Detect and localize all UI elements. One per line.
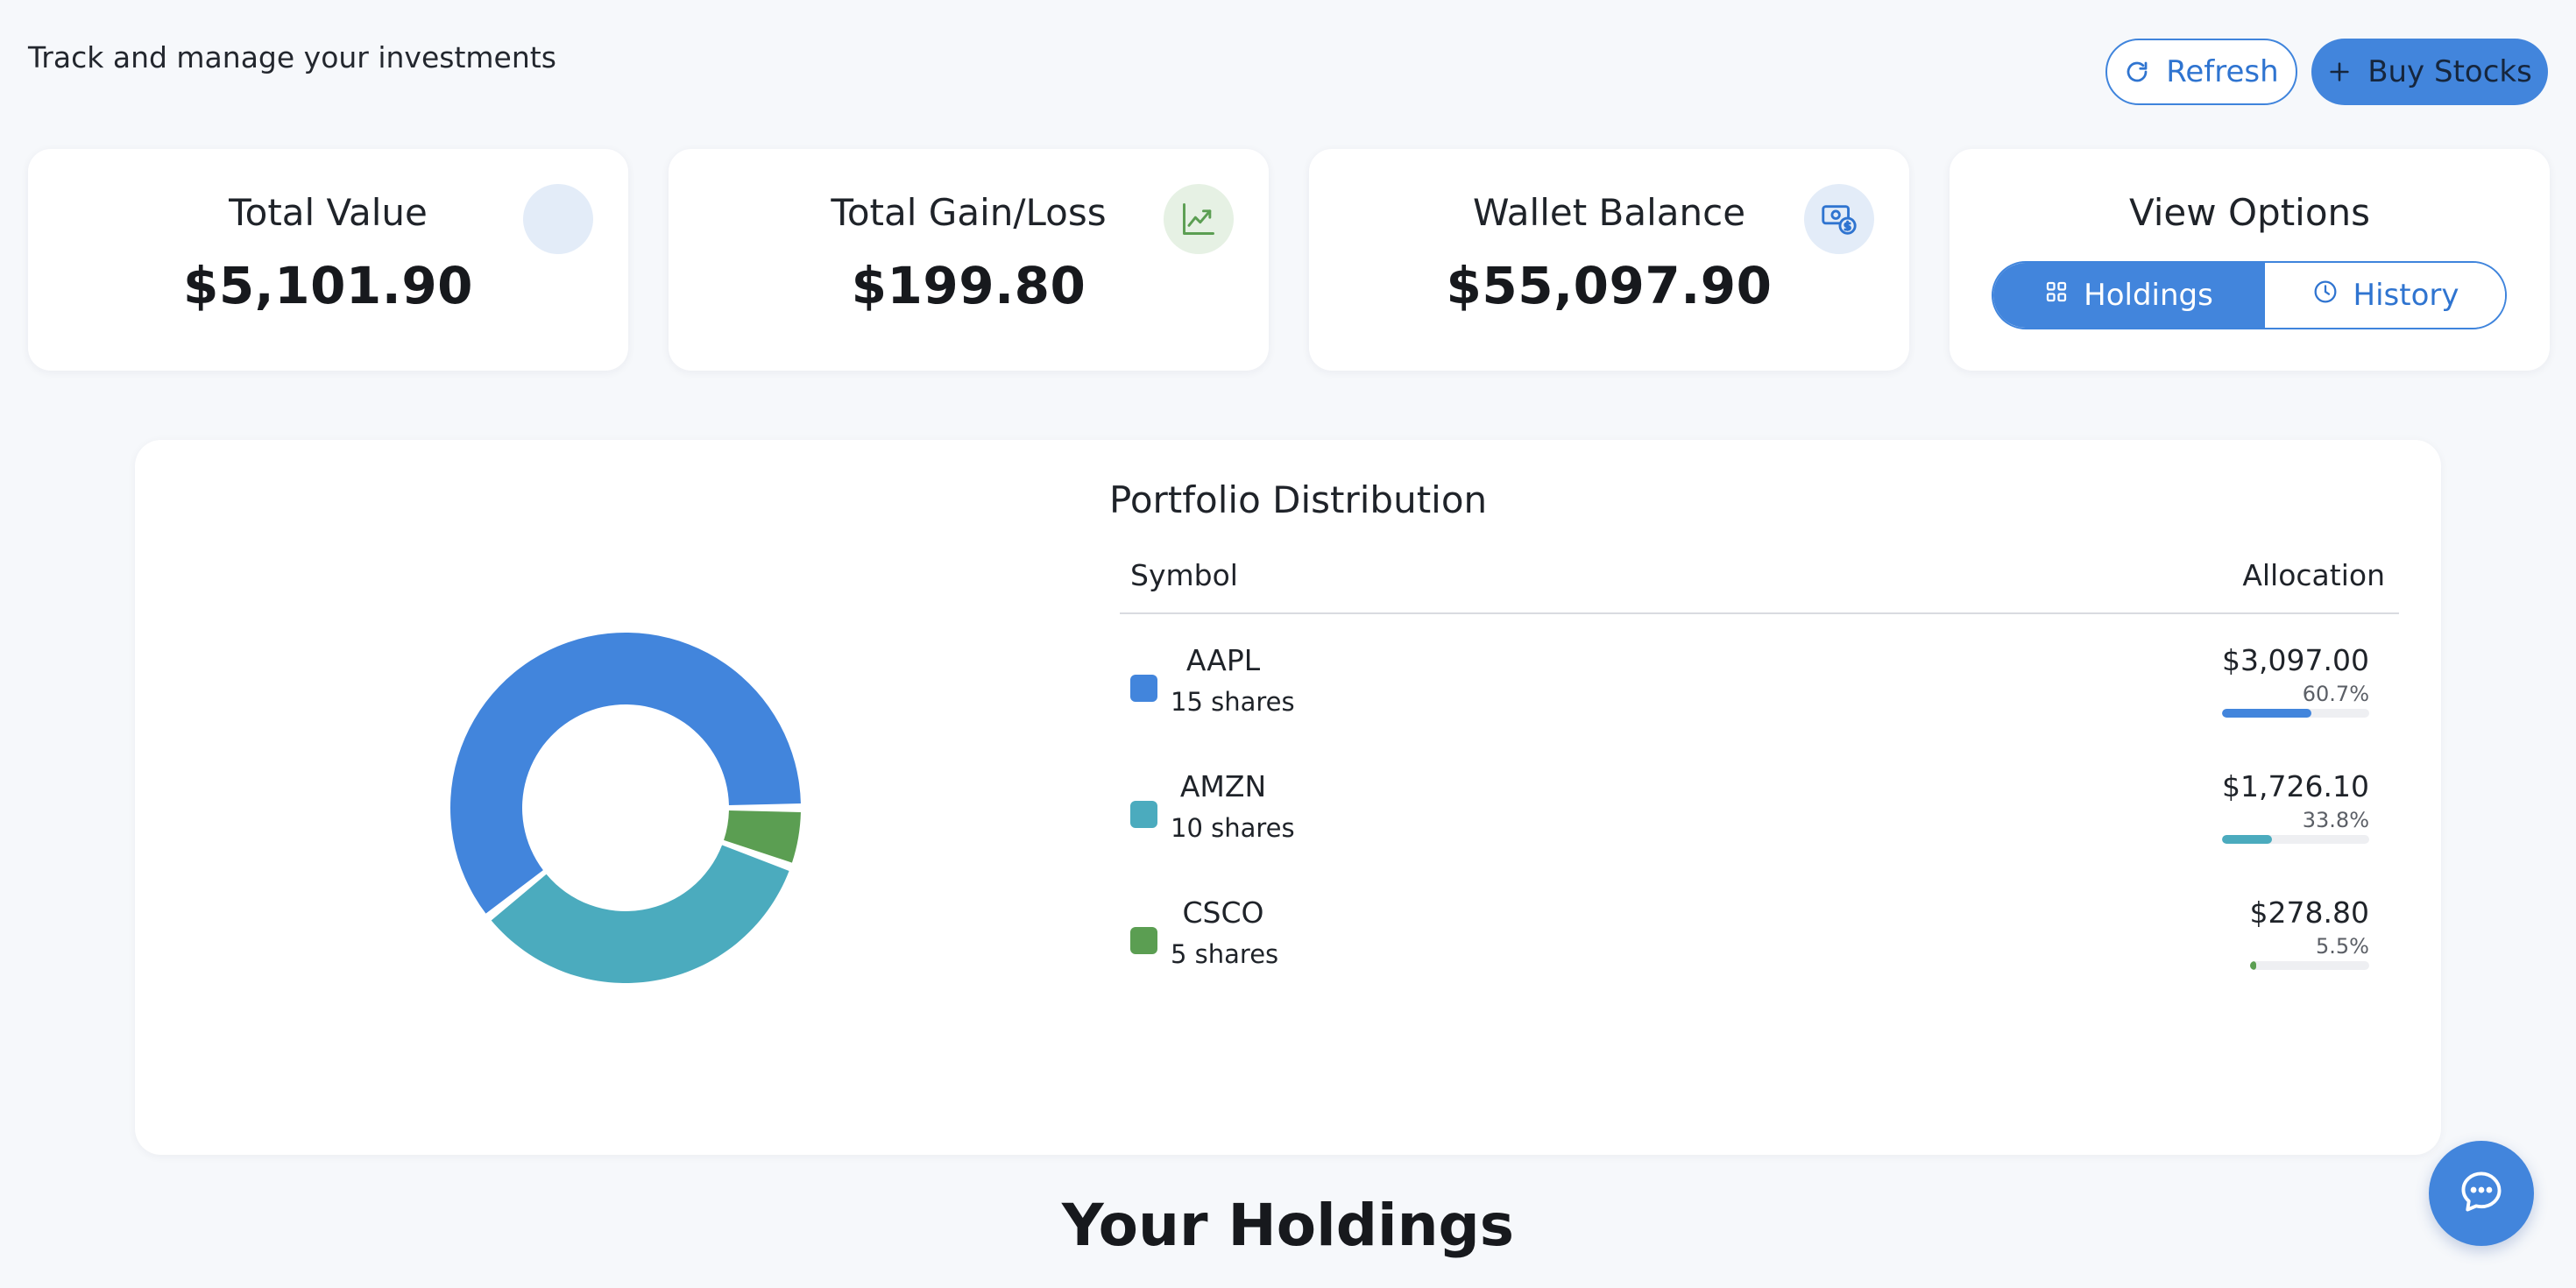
aapl-color-swatch	[1130, 675, 1157, 702]
row-percent: 60.7%	[2302, 682, 2369, 706]
row-amount: $278.80	[2249, 895, 2369, 930]
chat-button[interactable]	[2429, 1141, 2534, 1246]
csco-color-swatch	[1130, 927, 1157, 954]
row-symbol: AMZN	[1179, 769, 1267, 803]
wallet-dollar-icon	[1804, 184, 1874, 254]
row-shares: 5 shares	[1171, 939, 1279, 969]
allocation-bar	[2222, 835, 2369, 844]
row-percent: 33.8%	[2302, 808, 2369, 832]
row-symbol: CSCO	[1182, 895, 1264, 930]
wallet-balance-amount: $55,097.90	[1446, 256, 1773, 315]
distribution-row-csco[interactable]: CSCO 5 shares $278.80 5.5%	[1120, 895, 2399, 983]
grid-icon	[2043, 278, 2070, 313]
portfolio-distribution-panel: Portfolio Distribution Symbol Allocation…	[135, 440, 2441, 1155]
row-shares: 15 shares	[1171, 687, 1295, 717]
allocation-bar-fill	[2222, 835, 2272, 844]
total-gain-amount: $199.80	[851, 256, 1086, 315]
view-options-card: View Options Holdings History	[1950, 149, 2550, 371]
view-options-title: View Options	[2128, 191, 2371, 234]
history-toggle-button[interactable]: History	[2263, 263, 2505, 328]
distribution-title: Portfolio Distribution	[1109, 478, 1488, 521]
total-value-amount: $5,101.90	[182, 256, 474, 315]
distribution-table-header: Symbol Allocation	[1120, 558, 2399, 614]
refresh-icon	[2124, 59, 2150, 85]
distribution-row-aapl[interactable]: AAPL 15 shares $3,097.00 60.7%	[1120, 643, 2399, 731]
buy-stocks-label: Buy Stocks	[2367, 54, 2532, 89]
chat-icon	[2456, 1166, 2507, 1221]
buy-stocks-button[interactable]: Buy Stocks	[2311, 39, 2548, 105]
holdings-toggle-label: Holdings	[2084, 278, 2213, 313]
refresh-button[interactable]: Refresh	[2105, 39, 2297, 105]
refresh-label: Refresh	[2166, 54, 2279, 89]
row-shares: 10 shares	[1171, 813, 1295, 843]
history-toggle-label: History	[2353, 278, 2459, 313]
total-value-card: Total Value $5,101.90	[28, 149, 628, 371]
amzn-color-swatch	[1130, 801, 1157, 828]
wallet-balance-card: Wallet Balance $55,097.90	[1309, 149, 1909, 371]
your-holdings-heading: Your Holdings	[1061, 1192, 1515, 1259]
allocation-bar	[2249, 961, 2369, 970]
trending-up-icon	[1164, 184, 1234, 254]
plus-icon	[2327, 60, 2352, 84]
total-gain-card: Total Gain/Loss $199.80	[669, 149, 1269, 371]
row-amount: $3,097.00	[2222, 643, 2369, 677]
distribution-row-amzn[interactable]: AMZN 10 shares $1,726.10 33.8%	[1120, 769, 2399, 857]
row-percent: 5.5%	[2316, 934, 2369, 959]
allocation-bar-fill	[2222, 709, 2311, 718]
page-subtitle: Track and manage your investments	[28, 40, 556, 74]
allocation-column-header: Allocation	[2242, 558, 2385, 592]
holdings-toggle-button[interactable]: Holdings	[1993, 263, 2263, 328]
clock-icon	[2311, 278, 2339, 314]
row-symbol: AAPL	[1185, 643, 1261, 677]
symbol-column-header: Symbol	[1130, 558, 1238, 592]
allocation-bar-fill	[2249, 961, 2257, 970]
portfolio-donut-chart	[450, 633, 801, 983]
allocation-bar	[2222, 709, 2369, 718]
row-amount: $1,726.10	[2222, 769, 2369, 803]
view-toggle: Holdings History	[1992, 261, 2507, 329]
total-value-icon	[523, 184, 593, 254]
